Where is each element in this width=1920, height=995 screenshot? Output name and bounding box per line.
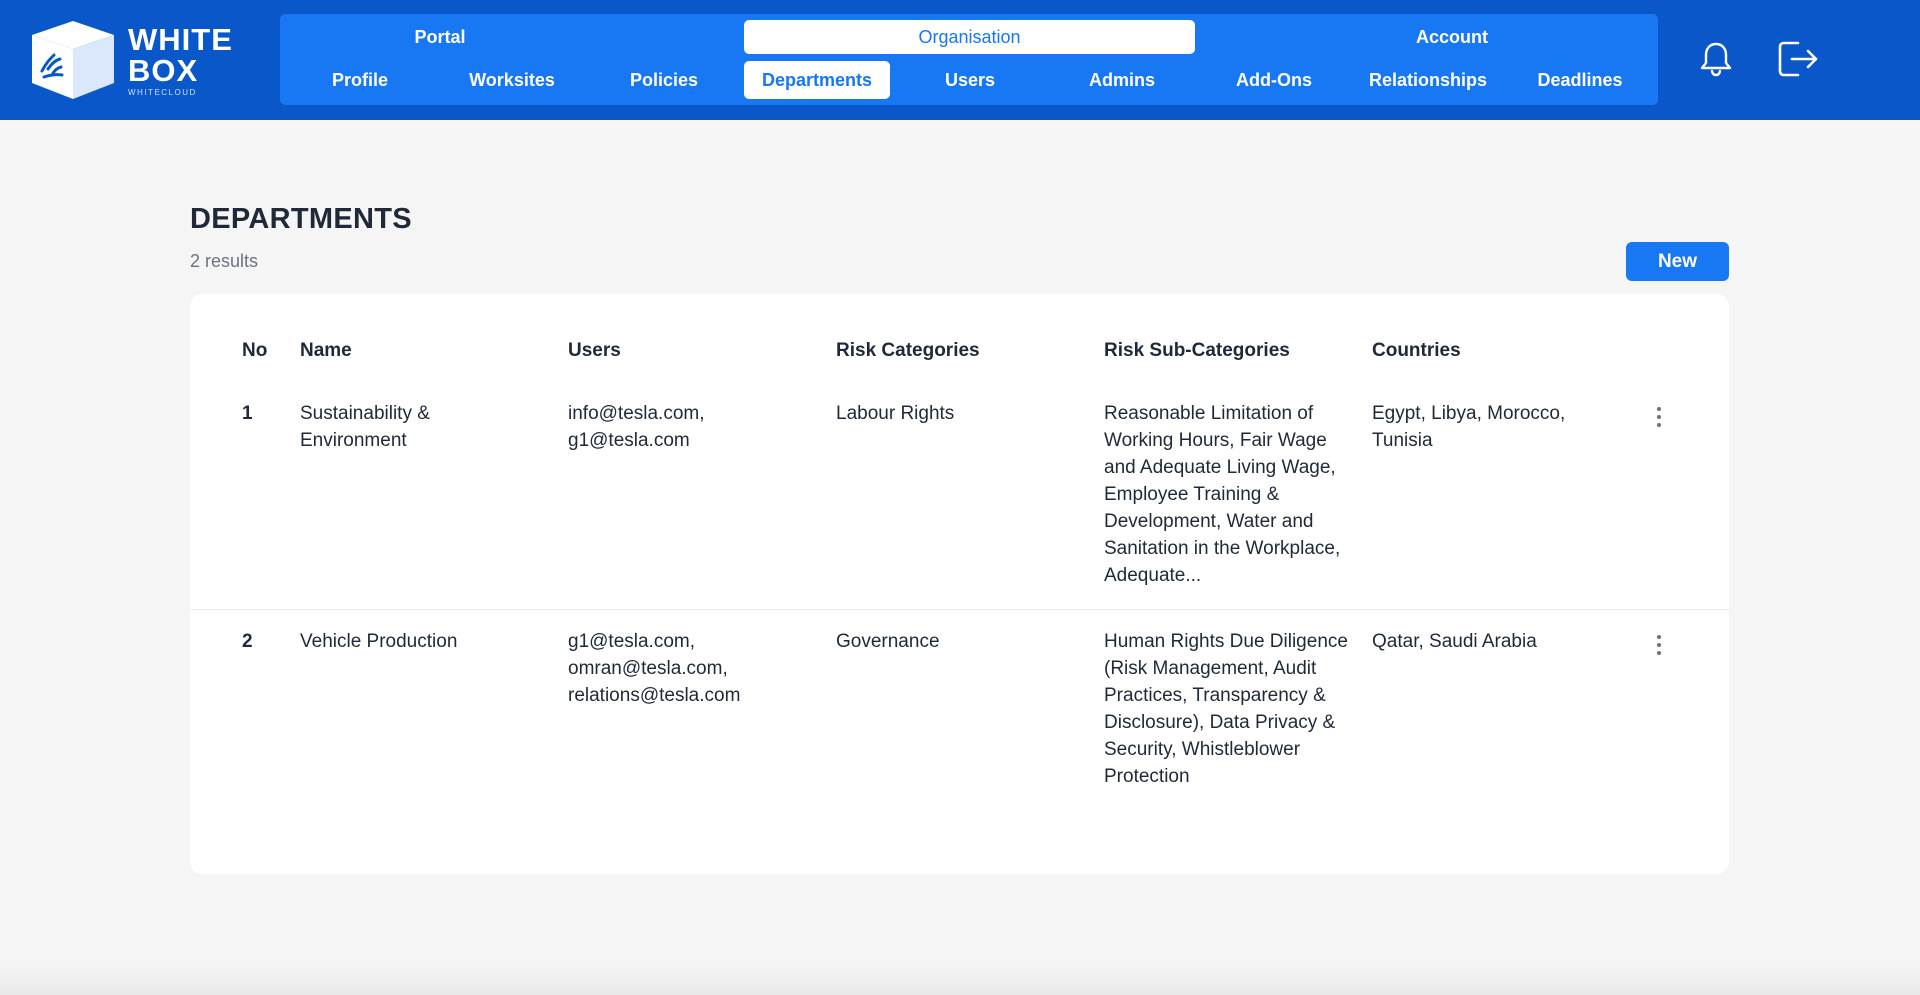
cell-no: 2 bbox=[242, 631, 253, 652]
notifications-button[interactable] bbox=[1693, 36, 1739, 82]
nav-item-departments[interactable]: Departments bbox=[744, 61, 890, 99]
brand-subtitle: WHITECLOUD bbox=[128, 87, 197, 97]
nav-item-add-ons[interactable]: Add-Ons bbox=[1202, 61, 1346, 99]
page-bottom-shadow bbox=[0, 965, 1920, 995]
cell-risk-categories: Governance bbox=[836, 631, 940, 652]
nav-item-policies[interactable]: Policies bbox=[592, 61, 736, 99]
brand-line-1: WHITE bbox=[128, 21, 233, 57]
nav-item-profile[interactable]: Profile bbox=[288, 61, 432, 99]
column-header-no: No bbox=[242, 340, 268, 361]
top-header: WHITE BOX WHITECLOUD Portal Organisation… bbox=[0, 0, 1920, 120]
brand-line-2: BOX bbox=[128, 52, 199, 88]
column-header-risk-categories: Risk Categories bbox=[836, 340, 980, 361]
logout-button[interactable] bbox=[1775, 36, 1821, 82]
nav-item-worksites[interactable]: Worksites bbox=[440, 61, 584, 99]
cell-name: Sustainability & Environment bbox=[300, 403, 430, 451]
cell-risk-sub-categories: Human Rights Due Diligence (Risk Managem… bbox=[1104, 631, 1348, 787]
new-department-button[interactable]: New bbox=[1626, 242, 1729, 281]
nav-item-relationships[interactable]: Relationships bbox=[1354, 61, 1502, 99]
brand-logo[interactable]: WHITE BOX WHITECLOUD bbox=[30, 18, 250, 102]
column-header-risk-sub-categories: Risk Sub-Categories bbox=[1104, 340, 1290, 361]
nav-item-users[interactable]: Users bbox=[898, 61, 1042, 99]
cell-no: 1 bbox=[242, 403, 253, 424]
column-header-countries: Countries bbox=[1372, 340, 1461, 361]
cell-countries: Egypt, Libya, Morocco, Tunisia bbox=[1372, 403, 1566, 451]
nav-group-account[interactable]: Account bbox=[1300, 20, 1604, 54]
nav-item-deadlines[interactable]: Deadlines bbox=[1508, 61, 1652, 99]
table-row[interactable]: 1 Sustainability & Environment info@tesl… bbox=[190, 400, 1729, 610]
column-header-name: Name bbox=[300, 340, 352, 361]
row-actions-button[interactable] bbox=[1644, 628, 1674, 662]
row-actions-button[interactable] bbox=[1644, 400, 1674, 434]
brand-wordmark: WHITE BOX WHITECLOUD bbox=[128, 24, 233, 97]
more-vertical-icon bbox=[1657, 407, 1661, 427]
nav-group-organisation[interactable]: Organisation bbox=[744, 20, 1195, 54]
more-vertical-icon bbox=[1657, 635, 1661, 655]
nav-item-admins[interactable]: Admins bbox=[1050, 61, 1194, 99]
departments-table: No Name Users Risk Categories Risk Sub-C… bbox=[190, 294, 1729, 874]
cell-risk-categories: Labour Rights bbox=[836, 403, 955, 424]
cell-users: g1@tesla.com, omran@tesla.com, relations… bbox=[568, 631, 741, 706]
logout-icon bbox=[1778, 41, 1818, 77]
table-row[interactable]: 2 Vehicle Production g1@tesla.com, omran… bbox=[190, 628, 1729, 828]
cell-countries: Qatar, Saudi Arabia bbox=[1372, 631, 1537, 652]
column-header-users: Users bbox=[568, 340, 621, 361]
results-count: 2 results bbox=[190, 251, 259, 271]
main-navigation: Portal Organisation Account Profile Work… bbox=[280, 14, 1658, 105]
nav-group-portal[interactable]: Portal bbox=[288, 20, 592, 54]
cube-logo-icon bbox=[32, 21, 114, 99]
page-title: DEPARTMENTS bbox=[190, 203, 412, 235]
cell-risk-sub-categories: Reasonable Limitation of Working Hours, … bbox=[1104, 403, 1341, 586]
cell-name: Vehicle Production bbox=[300, 631, 458, 652]
bell-icon bbox=[1700, 42, 1732, 77]
cell-users: info@tesla.com, g1@tesla.com bbox=[568, 403, 705, 451]
